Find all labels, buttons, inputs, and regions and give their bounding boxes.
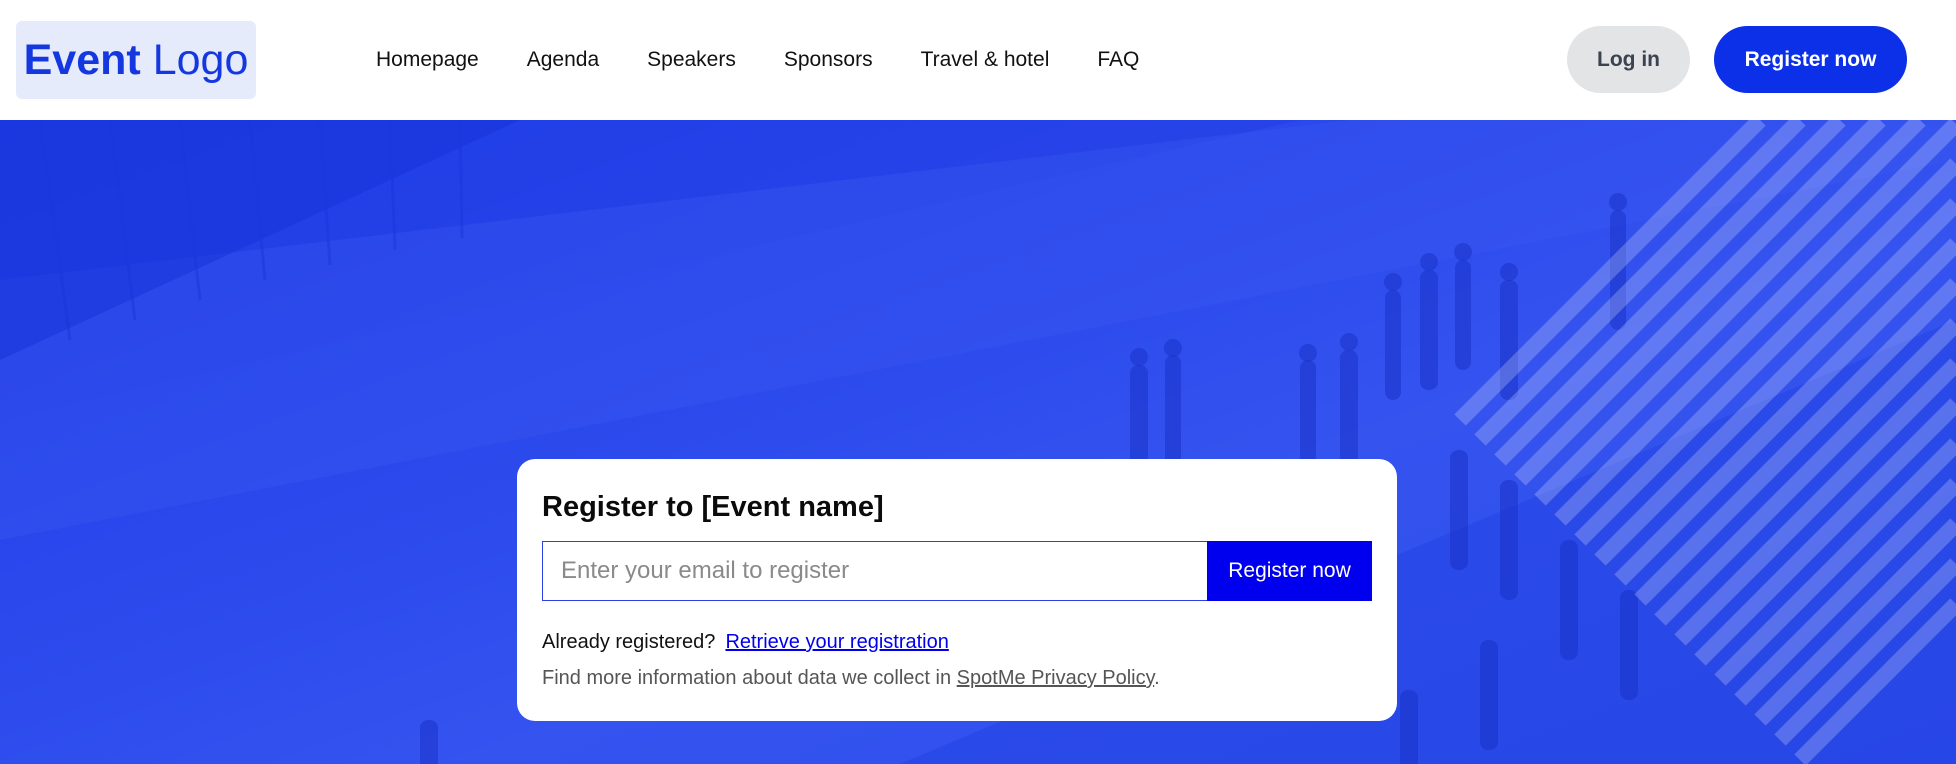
top-navigation-bar: Event Logo Homepage Agenda Speakers Spon… [0,0,1956,120]
nav-homepage[interactable]: Homepage [376,48,479,72]
registration-card: Register to [Event name] Register now Al… [517,459,1397,721]
logo-text-light: Logo [152,35,249,84]
already-registered-row: Already registered? Retrieve your registr… [542,631,949,654]
retrieve-registration-link[interactable]: Retrieve your registration [725,631,948,653]
email-input[interactable] [542,541,1207,601]
header-register-button[interactable]: Register now [1714,26,1907,93]
privacy-suffix-text: . [1154,667,1160,689]
nav-speakers[interactable]: Speakers [647,48,736,72]
privacy-notice: Find more information about data we coll… [542,667,1160,690]
already-registered-text: Already registered? [542,631,716,653]
main-nav: Homepage Agenda Speakers Sponsors Travel… [376,0,1187,120]
login-button[interactable]: Log in [1567,26,1690,93]
nav-faq[interactable]: FAQ [1097,48,1139,72]
nav-agenda[interactable]: Agenda [527,48,599,72]
registration-title: Register to [Event name] [542,491,884,523]
nav-sponsors[interactable]: Sponsors [784,48,873,72]
privacy-policy-link[interactable]: SpotMe Privacy Policy [957,667,1154,689]
logo-text-bold: Event [23,35,141,84]
event-logo[interactable]: Event Logo [16,21,256,99]
card-register-button[interactable]: Register now [1207,541,1372,601]
nav-travel-hotel[interactable]: Travel & hotel [921,48,1050,72]
privacy-prefix-text: Find more information about data we coll… [542,667,952,689]
